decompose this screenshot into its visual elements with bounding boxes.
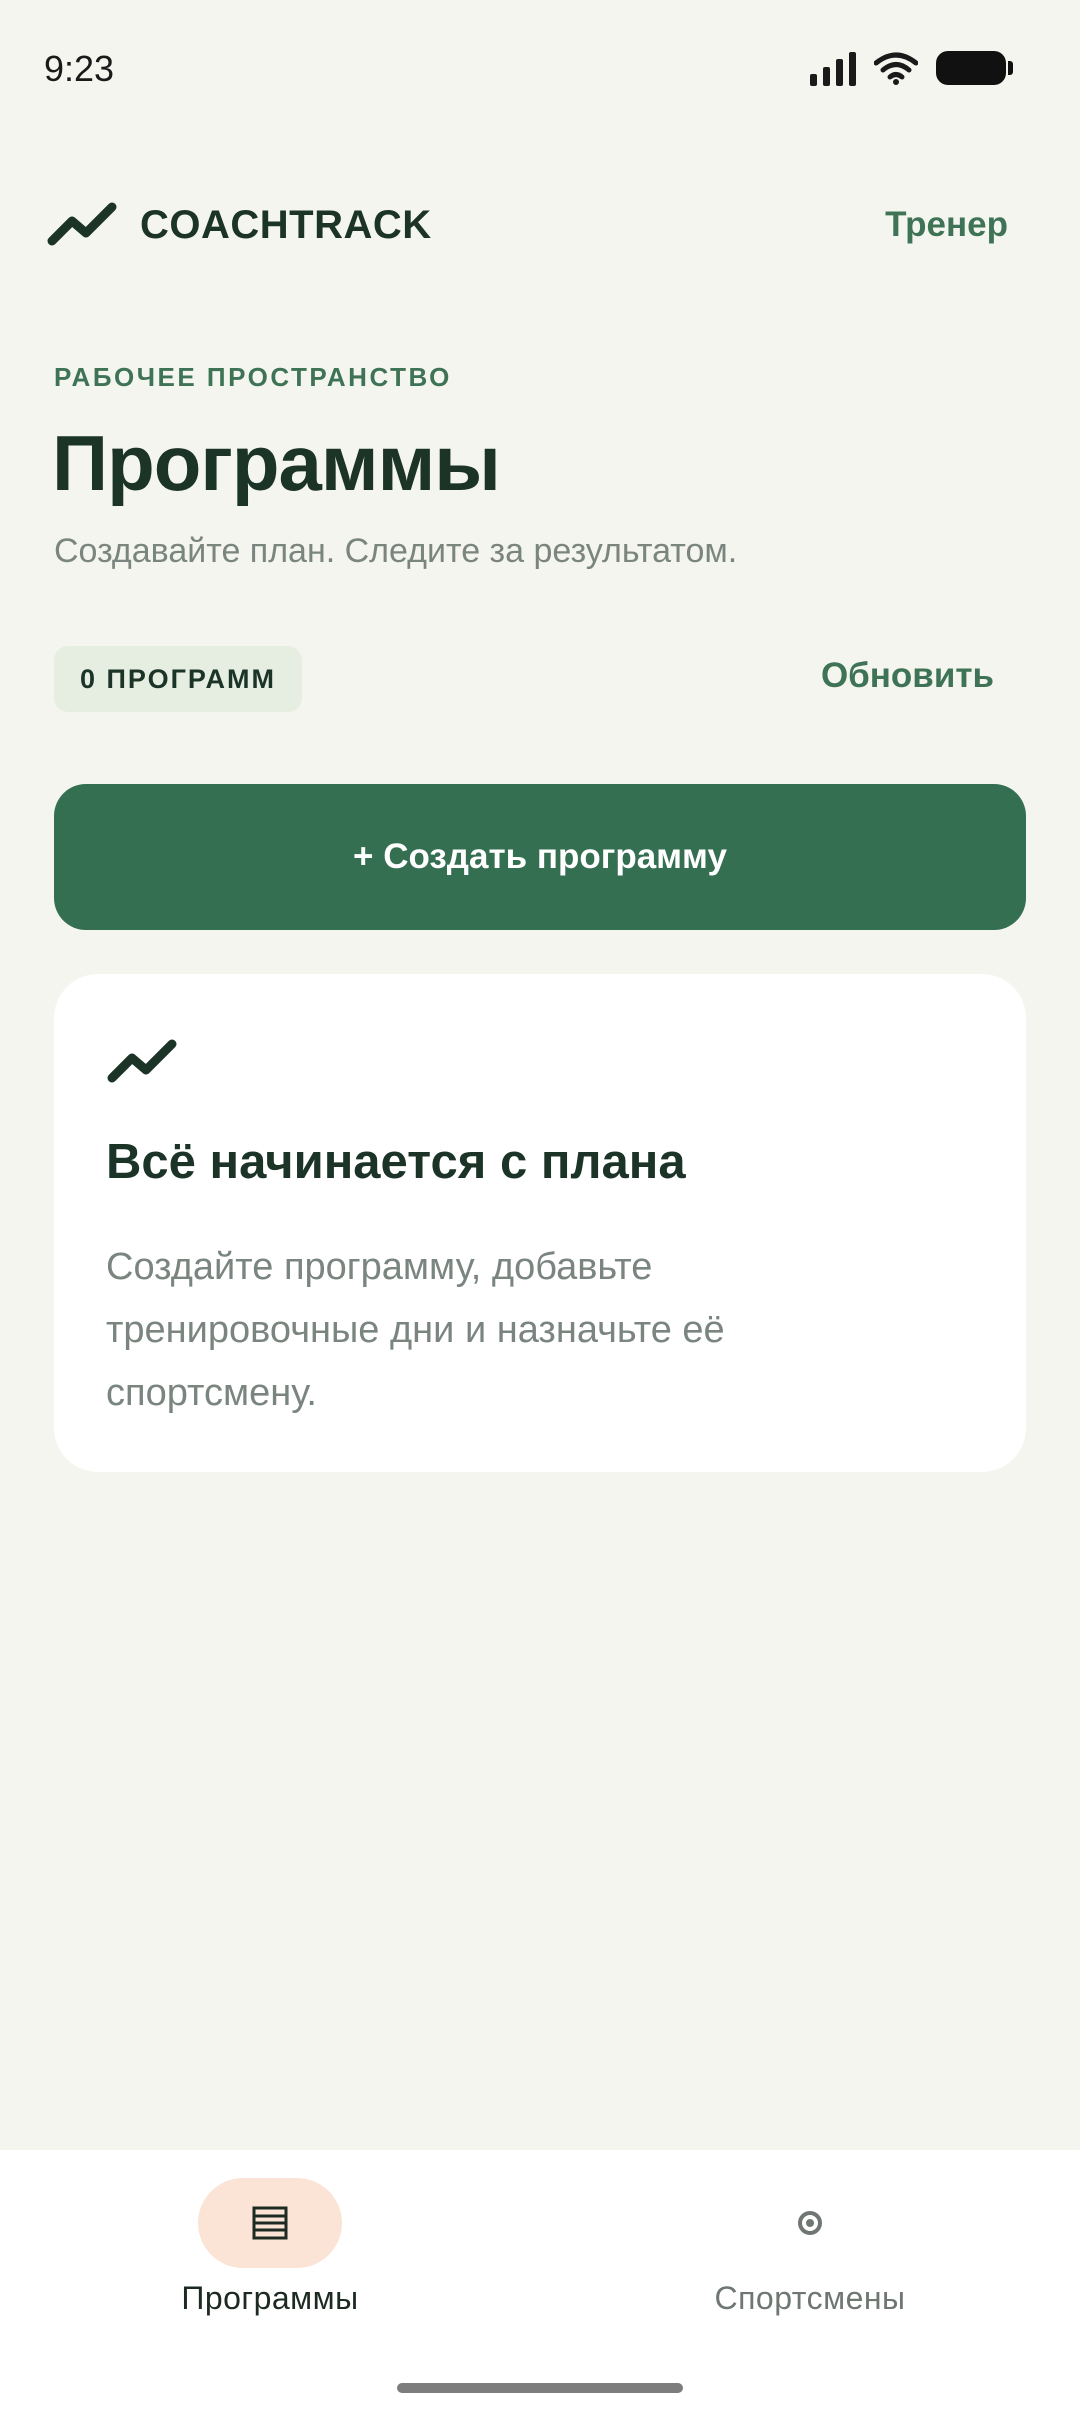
brand[interactable]: COACHTRACK [46, 201, 432, 249]
trend-logo-icon [47, 202, 117, 246]
target-icon [798, 2211, 822, 2235]
role-link[interactable]: Тренер [885, 205, 1008, 245]
brand-name: COACHTRACK [140, 202, 432, 247]
status-bar: 9:23 [0, 0, 1080, 140]
nav-pill [738, 2178, 882, 2268]
status-icons [810, 50, 1013, 86]
refresh-button[interactable]: Обновить [821, 656, 994, 696]
empty-state-text: Создайте программу, добавьте тренировочн… [106, 1246, 725, 1414]
page-title: Программы [52, 419, 501, 507]
empty-state-card: Всё начинается с плана Создайте программ… [54, 974, 1026, 1472]
screen: 9:23 COACHTRACK Тренер РАБОЧЕЕ ПРОСТРАНС… [0, 0, 1080, 2424]
battery-icon [936, 51, 1013, 85]
status-time: 9:23 [44, 48, 115, 89]
nav-label-programs: Программы [181, 2280, 359, 2316]
empty-state-title: Всё начинается с плана [106, 1135, 686, 1189]
list-icon [252, 2206, 288, 2240]
create-program-button[interactable]: + Создать программу [54, 784, 1026, 930]
nav-item-athletes[interactable]: Спортсмены [540, 2150, 1080, 2370]
create-program-label: + Создать программу [353, 837, 727, 876]
home-indicator[interactable] [397, 2383, 683, 2393]
nav-label-athletes: Спортсмены [714, 2280, 906, 2316]
program-count-badge: 0 ПРОГРАММ [54, 646, 303, 712]
page-subtitle: Создавайте план. Следите за результатом. [54, 532, 738, 570]
wifi-icon [874, 52, 918, 85]
signal-icon [810, 50, 856, 86]
trend-icon [107, 1039, 177, 1083]
nav-active-indicator [198, 2178, 342, 2268]
workspace-label: РАБОЧЕЕ ПРОСТРАНСТВО [54, 362, 452, 392]
app-header: COACHTRACK Тренер [46, 190, 1008, 260]
nav-item-programs[interactable]: Программы [0, 2150, 540, 2370]
